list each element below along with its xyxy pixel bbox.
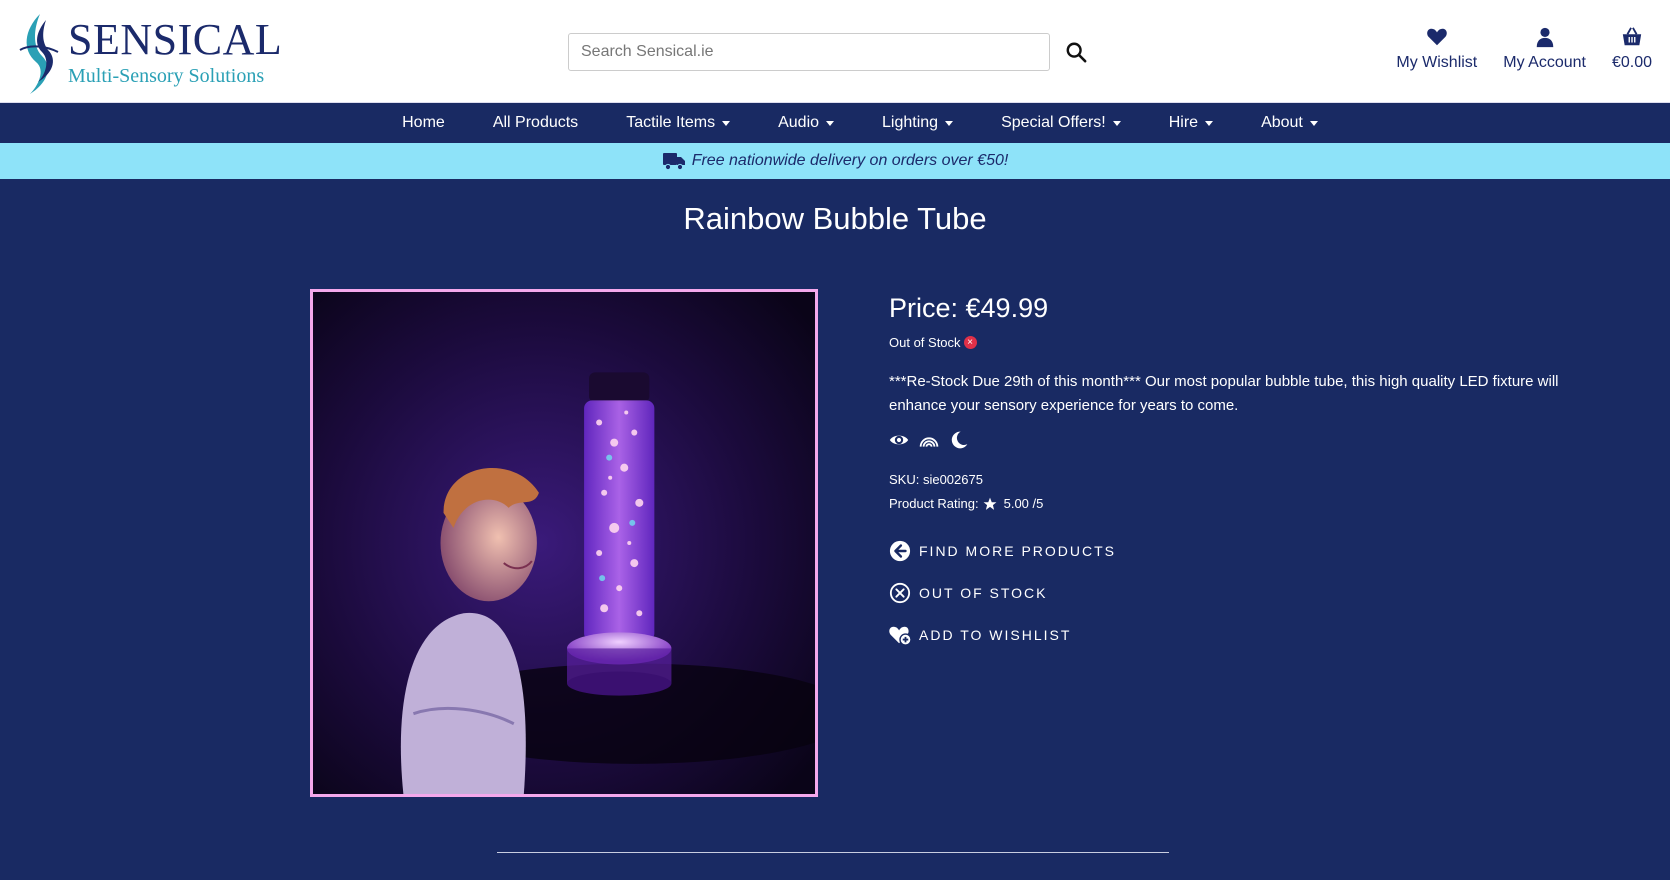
basket-total: €0.00 [1611,54,1652,71]
find-more-products-button[interactable]: Find More Products [889,538,1569,564]
rating-value: 5.00 /5 [1003,496,1044,511]
caret-down-icon [1112,120,1121,126]
nav-label: Special Offers! [1001,114,1106,131]
caret-down-icon [945,120,954,126]
x-circle-icon: × [963,336,977,349]
stock-status: Out of Stock × [889,335,1569,350]
arrow-left-circle-icon [889,540,911,562]
nav-lighting[interactable]: Lighting [858,114,977,132]
search-button[interactable] [1060,36,1092,68]
basket-icon [1622,27,1642,46]
product-section: Price: €49.99 Out of Stock × ***Re-Stock… [0,239,1670,819]
product-title: Rainbow Bubble Tube [683,201,987,236]
product-details: Price: €49.99 Out of Stock × ***Re-Stock… [889,291,1569,664]
brand-tagline: Multi-Sensory Solutions [68,65,265,87]
add-to-wishlist-label: Add to Wishlist [919,627,1072,643]
nav-tactile-items[interactable]: Tactile Items [602,114,754,132]
out-of-stock-label: Out of Stock [919,585,1048,601]
find-more-label: Find More Products [919,543,1116,559]
product-actions: Find More Products Out of Stock Add to W… [889,538,1569,648]
account-label: My Account [1503,54,1586,71]
nav-label: Hire [1168,114,1199,131]
caret-down-icon [722,120,731,126]
moon-icon [951,431,968,449]
product-price: Price: €49.99 [889,293,1049,323]
product-rating: Product Rating: 5.00 /5 [889,492,1569,516]
wishlist-label: My Wishlist [1396,54,1478,71]
search-icon [1066,42,1087,63]
stock-label: Out of Stock [889,335,961,350]
basket-link[interactable]: €0.00 [1612,26,1652,72]
truck-icon [662,153,685,171]
section-divider [497,852,1169,853]
product-description: ***Re-Stock Due 29th of this month*** Ou… [889,373,1559,414]
nav-home[interactable]: Home [378,114,469,132]
nav-label: Tactile Items [626,114,716,131]
nav-label: Lighting [882,114,939,131]
account-link[interactable]: My Account [1503,26,1586,72]
add-to-wishlist-button[interactable]: Add to Wishlist [889,622,1569,648]
nav-all-products[interactable]: All Products [469,114,602,132]
nav-hire[interactable]: Hire [1145,114,1237,132]
caret-down-icon [826,120,835,126]
caret-down-icon [1205,120,1214,126]
out-of-stock-button[interactable]: Out of Stock [889,580,1569,606]
bubble-tube-photo [313,292,815,794]
site-logo[interactable]: SENSICAL Multi-Sensory Solutions [16,10,282,96]
search-input[interactable] [568,33,1050,71]
main-nav: Home All Products Tactile Items Audio Li… [0,103,1670,143]
product-sku: SKU: sie002675 [889,472,983,487]
nav-label: Home [402,114,445,131]
wishlist-link[interactable]: My Wishlist [1396,26,1477,72]
delivery-text: Free nationwide delivery on orders over … [691,152,1009,169]
caret-down-icon [1309,120,1318,126]
nav-label: About [1261,114,1303,131]
nav-label: Audio [778,114,820,131]
site-header: SENSICAL Multi-Sensory Solutions My Wish… [0,0,1670,103]
heart-icon [1427,28,1447,46]
nav-label: All Products [492,114,579,131]
user-icon [1536,27,1553,48]
sense-icons [889,430,1569,450]
heart-plus-icon [889,626,911,646]
nav-special-offers[interactable]: Special Offers! [977,114,1145,132]
nav-about[interactable]: About [1237,114,1342,132]
nav-audio[interactable]: Audio [754,114,858,132]
logo-swirl-icon [19,14,59,94]
delivery-banner: Free nationwide delivery on orders over … [0,143,1670,179]
product-image[interactable] [310,289,818,797]
star-icon [983,497,997,510]
x-circle-icon [889,582,911,604]
rating-label: Product Rating: [889,496,979,511]
eye-icon [889,435,909,445]
brand-name: SENSICAL [68,15,283,64]
rainbow-icon [919,437,939,447]
